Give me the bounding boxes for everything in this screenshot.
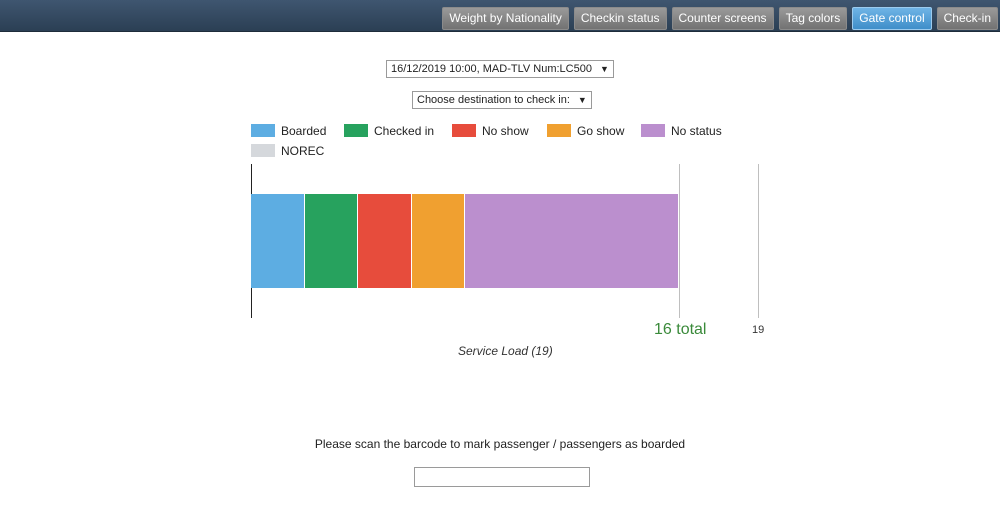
capacity-marker-line [758,164,759,318]
legend-swatch [251,144,275,158]
legend-item-go-show: Go show [547,124,624,138]
legend-swatch [452,124,476,138]
bar-segment-checked-in [304,194,357,288]
destination-select[interactable]: Choose destination to check in: ▼ [412,91,592,109]
legend-swatch [251,124,275,138]
legend-label: No status [671,124,722,138]
bar-segment-boarded [251,194,304,288]
tab-counter-screens[interactable]: Counter screens [671,7,774,30]
tab-check-in[interactable]: Check-in [936,7,998,30]
total-label: 16 total [654,321,707,338]
bar-segment-no-show [358,194,411,288]
bar-segment-go-show [411,194,464,288]
scan-instruction: Please scan the barcode to mark passenge… [314,437,686,451]
legend-swatch [641,124,665,138]
nav-tabs: Weight by Nationality Checkin status Cou… [442,7,998,30]
x-axis-label: Service Load (19) [458,344,553,358]
tab-tag-colors[interactable]: Tag colors [778,7,848,30]
legend-label: Boarded [281,124,327,138]
chevron-down-icon: ▼ [599,64,609,74]
legend-label: No show [482,124,529,138]
top-navigation-bar: Weight by Nationality Checkin status Cou… [0,0,1000,32]
legend-label: Checked in [374,124,435,138]
tab-weight-by-nationality[interactable]: Weight by Nationality [442,7,569,30]
total-marker-line [679,164,680,318]
legend-swatch [344,124,368,138]
bar-segment-no-status [465,194,678,288]
tab-gate-control[interactable]: Gate control [852,7,932,30]
legend-item-no-status: No status [641,124,722,138]
legend-item-checked-in: Checked in [344,124,434,138]
legend-item-no-show: No show [452,124,529,138]
tab-checkin-status[interactable]: Checkin status [573,7,667,30]
destination-select-value: Choose destination to check in: [417,94,570,106]
barcode-input[interactable] [414,467,590,487]
flight-select-value: 16/12/2019 10:00, MAD-TLV Num:LC500 [391,63,592,75]
capacity-label: 19 [752,324,765,336]
flight-select[interactable]: 16/12/2019 10:00, MAD-TLV Num:LC500 ▼ [386,60,614,78]
legend-label: Go show [577,124,625,138]
chevron-down-icon: ▼ [577,95,587,105]
legend-swatch [547,124,571,138]
legend-item-norec: NOREC [251,144,324,158]
legend-item-boarded: Boarded [251,124,326,138]
legend-label: NOREC [281,144,325,158]
